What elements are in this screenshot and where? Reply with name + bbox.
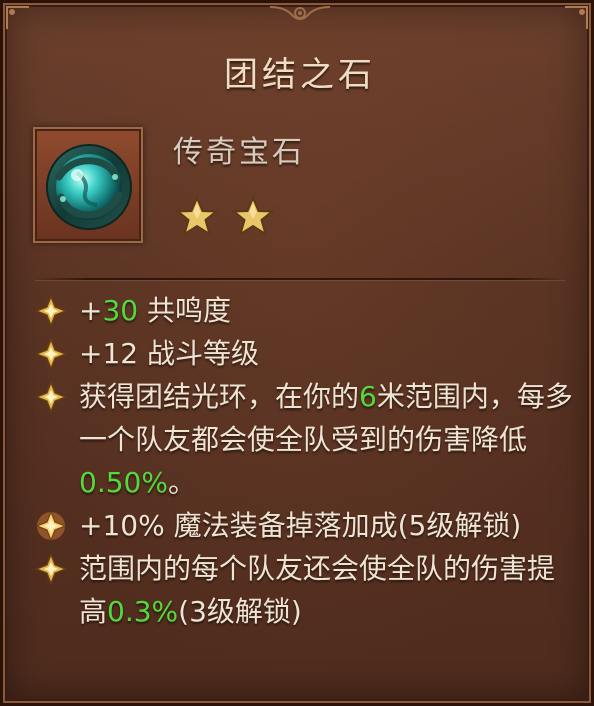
top-ornament-icon: [270, 6, 330, 20]
gold-diamond-bullet-icon: [35, 338, 67, 370]
gold-diamond-bullet-icon: [35, 295, 67, 327]
attribute-line: +30 共鸣度: [33, 289, 573, 332]
attribute-line: +12 战斗等级: [33, 332, 573, 375]
section-divider: [35, 278, 565, 280]
jade-dragon-gem-icon: [46, 144, 132, 230]
attribute-value-highlight: 30: [102, 294, 139, 327]
attribute-list: +30 共鸣度 +12 战斗等级获得团结光环，在你的6米范围内，每多一个队友都会使…: [33, 289, 573, 633]
attribute-text: 获得团结光环，在你的: [79, 380, 360, 413]
item-rarity: 传奇宝石: [173, 135, 305, 170]
attribute-text: (3级解锁): [178, 595, 302, 628]
glowing-bullet-icon: [35, 510, 67, 542]
attribute-text: 共鸣度: [138, 294, 232, 327]
star-icon: [231, 195, 275, 237]
attribute-line: 获得团结光环，在你的6米范围内，每多一个队友都会使全队受到的伤害降低0.50%。: [33, 375, 573, 504]
attribute-text: +10% 魔法装备掉落加成(5级解锁): [79, 509, 522, 542]
attribute-text: +12 战斗等级: [79, 337, 259, 370]
gold-diamond-bullet-icon: [35, 553, 67, 585]
corner-ornament-icon: [6, 6, 29, 29]
attribute-line: 范围内的每个队友还会使全队的伤害提高0.3%(3级解锁): [33, 547, 573, 633]
item-icon-frame: [33, 127, 143, 243]
corner-ornament-icon: [565, 6, 588, 29]
attribute-value-highlight: 6: [359, 380, 377, 413]
attribute-line: +10% 魔法装备掉落加成(5级解锁): [33, 504, 573, 547]
attribute-text: 。: [167, 466, 196, 499]
attribute-value-highlight: 0.3%: [107, 595, 179, 628]
gold-diamond-bullet-icon: [35, 381, 67, 413]
item-tooltip-panel: 团结之石 传奇宝石 +30 共鸣度 +12 战斗等级 获得团结光环，在你的6米范…: [0, 0, 594, 706]
attribute-value-highlight: 0.50%: [79, 466, 168, 499]
star-rating: [175, 195, 275, 239]
item-title: 团结之石: [224, 55, 376, 95]
attribute-text: +: [79, 294, 103, 327]
star-icon: [175, 195, 219, 237]
